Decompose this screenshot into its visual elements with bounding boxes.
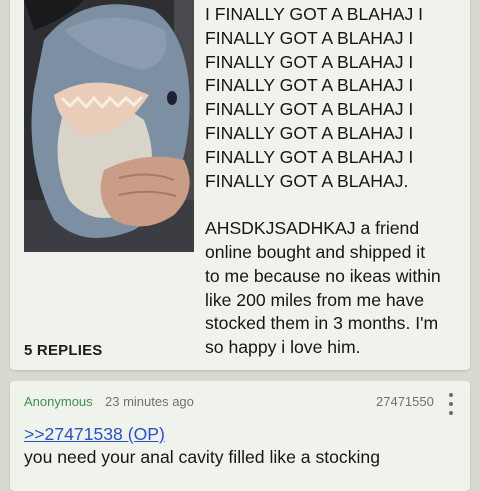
- post-line: so happy i love him.: [205, 337, 361, 358]
- post-line: I FINALLY GOT A BLAHAJ I: [205, 4, 424, 24]
- post-line: like 200 miles from me have: [205, 289, 425, 310]
- reply-timestamp: 23 minutes ago: [105, 394, 194, 409]
- post-body: I FINALLY GOT A BLAHAJ I FINALLY GOT A B…: [205, 3, 467, 360]
- blahaj-photo: [24, 0, 194, 252]
- post-paragraph-2: AHSDKJSADHKAJ a friend online bought and…: [205, 217, 467, 360]
- post-line: FINALLY GOT A BLAHAJ I: [205, 99, 414, 120]
- menu-dot: [449, 393, 453, 397]
- more-vertical-icon[interactable]: [444, 391, 458, 417]
- post-paragraph-1: I FINALLY GOT A BLAHAJ I FINALLY GOT A B…: [205, 3, 467, 193]
- post-image[interactable]: [24, 0, 194, 252]
- post-line: FINALLY GOT A BLAHAJ I: [205, 75, 414, 96]
- post-line: FINALLY GOT A BLAHAJ I: [205, 27, 414, 48]
- post-line: FINALLY GOT A BLAHAJ I: [205, 122, 414, 143]
- post-line: stocked them in 3 months. I'm: [205, 313, 439, 334]
- menu-dot: [449, 411, 453, 415]
- reply-post-id[interactable]: 27471550: [376, 394, 434, 409]
- replies-count-button[interactable]: 5 REPLIES: [24, 342, 103, 359]
- menu-dot: [449, 402, 453, 406]
- reply-author-name: Anonymous: [24, 394, 93, 409]
- post-line: FINALLY GOT A BLAHAJ I: [205, 51, 414, 72]
- quote-link[interactable]: >>27471538 (OP): [24, 424, 165, 445]
- post-line: FINALLY GOT A BLAHAJ I: [205, 146, 414, 167]
- post-line: FINALLY GOT A BLAHAJ.: [205, 170, 409, 191]
- post-line: online bought and shipped it: [205, 241, 426, 262]
- post-line: to me because no ikeas within: [205, 265, 441, 286]
- reply-text: you need your anal cavity filled like a …: [24, 447, 380, 467]
- post-line: AHSDKJSADHKAJ a friend: [205, 218, 420, 239]
